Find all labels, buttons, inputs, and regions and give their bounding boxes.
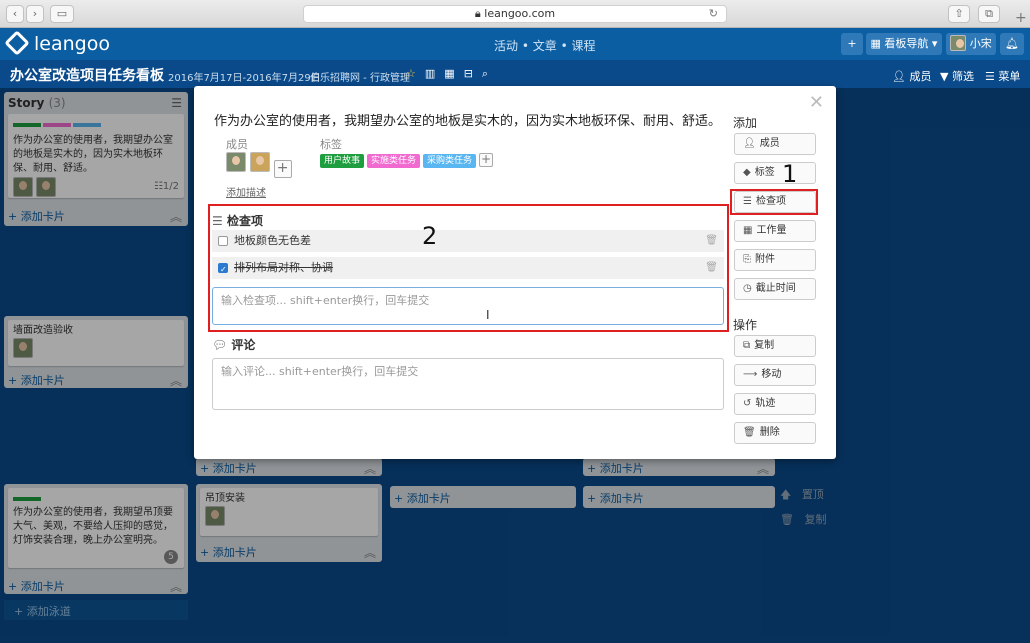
tags-label: 标签 — [320, 138, 342, 151]
sidebar-toggle-icon[interactable]: ▭ — [50, 5, 74, 23]
arrow-right-icon: ⟶ — [743, 369, 758, 380]
members-label: 成员 — [226, 138, 248, 151]
deadline-button[interactable]: ◷ 截止时间 — [734, 278, 816, 300]
annotation-number: 2 — [422, 222, 438, 250]
browser-toolbar: ‹ › ▭ 🔒︎ leangoo.com ↻ ⇧ ⧉ + — [0, 0, 1030, 28]
url-text: leangoo.com — [484, 7, 556, 20]
share-icon[interactable]: ⇧ — [948, 5, 970, 23]
bell-icon[interactable]: 🔔︎ — [1000, 33, 1024, 55]
reload-icon[interactable]: ↻ — [709, 6, 718, 22]
comment-heading: 💬︎ 评论 — [212, 338, 256, 352]
nav-activity[interactable]: 活动 — [494, 39, 518, 53]
board-date-range: 2016年7月17日-2016年7月29日 — [168, 73, 321, 84]
grid-icon: ▦ — [870, 37, 885, 50]
comment-icon: 💬︎ — [212, 338, 228, 352]
attachment-button[interactable]: ⎘ 附件 — [734, 249, 816, 271]
add-tag-sidebar-button[interactable]: ◆ 标签 — [734, 162, 816, 184]
app-header: leangoo 活动 • 文章 • 课程 + ▦ 看板导航 ▾ 小宋 🔔︎ — [0, 28, 1030, 60]
nav-courses[interactable]: 课程 — [572, 39, 596, 53]
tag[interactable]: 采购类任务 — [423, 154, 477, 168]
top-nav: 活动 • 文章 • 课程 — [494, 39, 596, 53]
url-bar[interactable]: 🔒︎ leangoo.com ↻ — [303, 5, 727, 23]
back-icon[interactable]: ‹ — [6, 5, 24, 23]
clock-icon: ◷ — [743, 283, 752, 294]
board-header: 办公室改造项目任务看板 2016年7月17日-2016年7月29日 伯乐招聘网 … — [0, 60, 1030, 88]
nav-articles[interactable]: 文章 — [533, 39, 557, 53]
lock-icon: 🔒︎ — [474, 7, 481, 20]
grid-icon: ▦ — [743, 225, 753, 236]
user-plus-icon: 👤︎ — [743, 138, 756, 149]
card-detail-modal: ✕ 作为办公室的使用者，我期望办公室的地板是实木的，因为实木地板环保、耐用、舒适… — [194, 86, 836, 459]
close-icon[interactable]: ✕ — [809, 92, 824, 113]
members-row: + — [226, 152, 292, 178]
workload-button[interactable]: ▦ 工作量 — [734, 220, 816, 242]
card-title[interactable]: 作为办公室的使用者，我期望办公室的地板是实木的，因为实木地板环保、耐用、舒适。 — [214, 110, 721, 129]
logo-icon — [4, 30, 30, 56]
add-member-sidebar-button[interactable]: 👤︎ 成员 — [734, 133, 816, 155]
trash-icon: 🗑︎ — [743, 427, 756, 438]
members-button[interactable]: 👤︎ 成员 — [892, 68, 931, 84]
add-tag-button[interactable]: + — [479, 153, 494, 167]
add-member-button[interactable]: + — [273, 160, 292, 178]
logo-text: leangoo — [34, 33, 110, 55]
copy-card-button[interactable]: ⧉ 复制 — [734, 335, 816, 357]
tag[interactable]: 实施类任务 — [367, 154, 421, 168]
tag[interactable]: 用户故事 — [320, 154, 365, 168]
actions-section-title: 操作 — [733, 318, 758, 332]
history-icon: ↺ — [743, 398, 752, 409]
track-button[interactable]: ↺ 轨迹 — [734, 393, 816, 415]
forward-icon[interactable]: › — [26, 5, 44, 23]
move-card-button[interactable]: ⟶ 移动 — [734, 364, 816, 386]
new-tab-icon[interactable]: + — [1015, 10, 1027, 26]
board-tools: ☆▥▦⊟⌕ — [406, 67, 497, 81]
comment-input[interactable]: 输入评论... shift+enter换行，回车提交 — [212, 358, 724, 410]
add-section-title: 添加 — [733, 116, 758, 130]
annotation-number: 1 — [782, 160, 798, 188]
avatar[interactable] — [226, 152, 246, 172]
menu-button[interactable]: ☰ 菜单 — [985, 68, 1020, 84]
user-menu[interactable]: 小宋 — [946, 33, 996, 55]
filter-button[interactable]: ▼ 筛选 — [940, 68, 974, 84]
highlight-box — [730, 189, 818, 215]
board-org[interactable]: 伯乐招聘网 - 行政管理 — [310, 69, 410, 84]
tags-row: 用户故事 实施类任务 采购类任务 + — [320, 152, 494, 168]
search-icon[interactable]: ⌕ — [482, 67, 497, 80]
add-icon[interactable]: + — [841, 33, 863, 55]
tabs-icon[interactable]: ⧉ — [978, 5, 1000, 23]
chart-icon[interactable]: ▥ — [425, 67, 444, 80]
table-icon[interactable]: ▦ — [444, 67, 463, 80]
list-icon[interactable]: ⊟ — [464, 67, 482, 80]
app-logo[interactable]: leangoo — [4, 30, 110, 56]
avatar — [950, 35, 967, 51]
star-icon[interactable]: ☆ — [406, 67, 425, 80]
board-title: 办公室改造项目任务看板 — [10, 68, 164, 84]
delete-card-button[interactable]: 🗑︎ 删除 — [734, 422, 816, 444]
copy-icon: ⧉ — [743, 340, 751, 351]
avatar[interactable] — [249, 152, 270, 172]
tag-icon: ◆ — [743, 167, 751, 178]
add-description-link[interactable]: 添加描述 — [226, 184, 266, 199]
paperclip-icon: ⎘ — [743, 254, 751, 265]
board-nav-button[interactable]: ▦ 看板导航 ▾ — [866, 33, 942, 55]
highlight-box — [208, 204, 729, 332]
